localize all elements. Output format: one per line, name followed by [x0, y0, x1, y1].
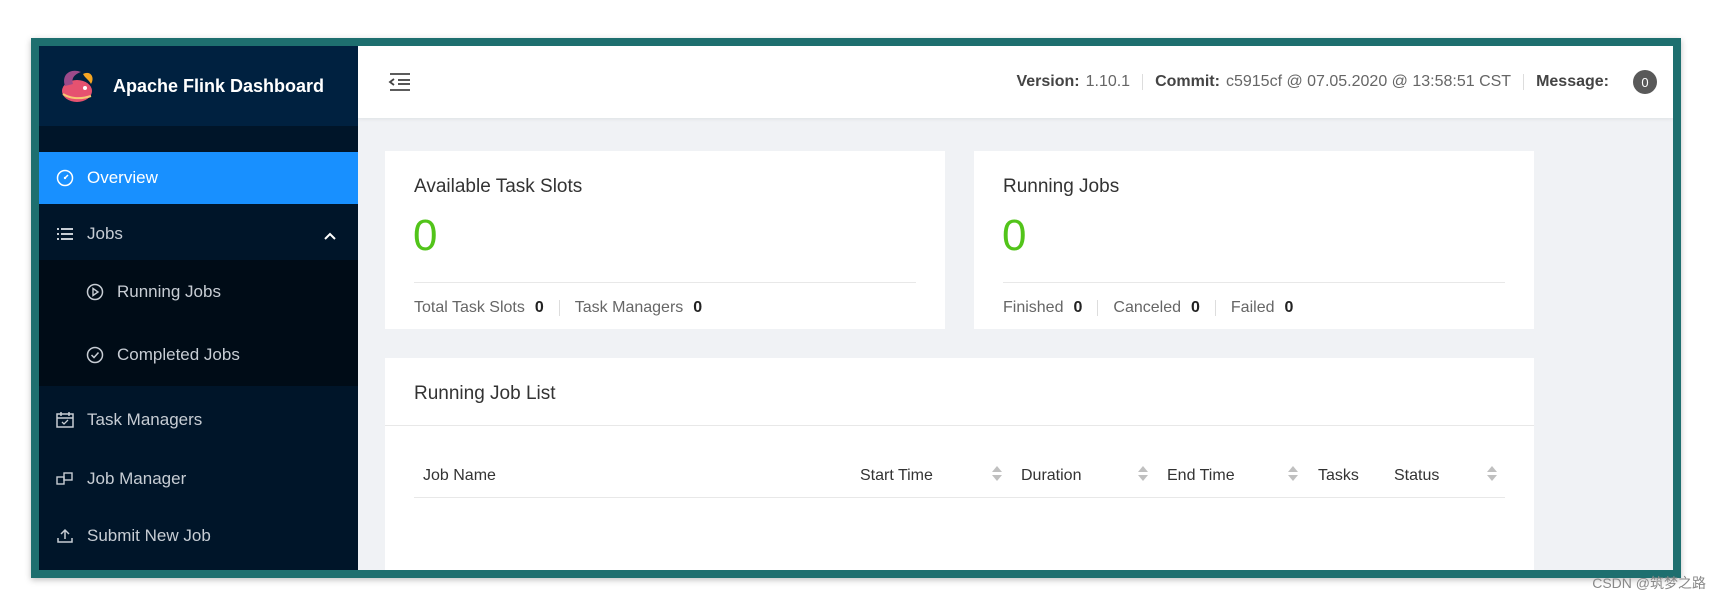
- sidebar-item-job-manager[interactable]: Job Manager: [39, 450, 358, 507]
- stat-value: 0: [1191, 299, 1200, 316]
- sidebar-item-label: Task Managers: [87, 410, 203, 429]
- message-label: Message:: [1536, 73, 1609, 90]
- stat-label: Finished: [1003, 299, 1064, 316]
- jobs-submenu: Running Jobs Completed Jobs: [39, 260, 358, 386]
- sidebar-item-label: Completed Jobs: [117, 344, 240, 364]
- stat-label: Failed: [1230, 299, 1275, 316]
- slots-stats: Total Task Slots 0 Task Managers 0: [414, 299, 702, 317]
- card-title: Running Jobs: [1003, 176, 1120, 197]
- top-header: Version: 1.10.1 Commit: c5915cf @ 07.05.…: [358, 46, 1673, 118]
- watermark: CSDN @筑梦之路: [1592, 575, 1706, 591]
- available-task-slots-card: Available Task Slots 0 Total Task Slots …: [385, 151, 945, 329]
- stat-value: 0: [534, 299, 544, 316]
- sidebar-item-label: Overview: [87, 168, 158, 187]
- sidebar-item-label: Submit New Job: [87, 525, 211, 545]
- check-circle-icon: [85, 345, 105, 365]
- sidebar-item-jobs[interactable]: Jobs: [39, 208, 358, 260]
- sort-icon[interactable]: [992, 465, 1002, 483]
- sidebar-item-label: Running Jobs: [117, 281, 221, 301]
- menu-fold-icon[interactable]: [388, 72, 412, 92]
- commit-label: Commit:: [1155, 73, 1220, 90]
- sidebar: Apache Flink Dashboard Overview Jobs Run…: [39, 46, 358, 570]
- schedule-icon: [55, 410, 75, 430]
- running-jobs-value: 0: [1002, 211, 1027, 260]
- version-value: 1.10.1: [1085, 73, 1131, 90]
- play-circle-icon: [85, 282, 105, 302]
- header-info: Version: 1.10.1 Commit: c5915cf @ 07.05.…: [1016, 46, 1657, 118]
- running-jobs-card: Running Jobs 0 Finished 0 Canceled 0 Fai…: [974, 151, 1534, 329]
- cluster-icon: [55, 469, 75, 489]
- stat-value: 0: [1284, 299, 1294, 316]
- available-slots-value: 0: [413, 211, 438, 260]
- card-title: Running Job List: [414, 383, 556, 404]
- card-title: Available Task Slots: [414, 176, 583, 197]
- stat-label: Canceled: [1113, 299, 1181, 316]
- sidebar-item-label: Jobs: [87, 224, 123, 243]
- stat-value: 0: [693, 299, 703, 316]
- list-icon: [55, 224, 75, 244]
- column-header-start-time[interactable]: Start Time: [860, 467, 933, 485]
- jobs-stats: Finished 0 Canceled 0 Failed 0: [1003, 299, 1293, 317]
- upload-icon: [55, 526, 75, 546]
- message-count-badge[interactable]: 0: [1633, 70, 1657, 94]
- sidebar-item-overview[interactable]: Overview: [39, 152, 358, 204]
- sidebar-menu: Overview Jobs Running Jobs Completed Job…: [39, 152, 358, 564]
- sidebar-item-submit-new-job[interactable]: Submit New Job: [39, 507, 358, 564]
- sort-icon[interactable]: [1487, 465, 1497, 483]
- sidebar-item-task-managers[interactable]: Task Managers: [39, 390, 358, 450]
- sidebar-item-completed-jobs[interactable]: Completed Jobs: [39, 323, 358, 386]
- column-header-duration[interactable]: Duration: [1021, 467, 1081, 485]
- version-label: Version:: [1016, 73, 1080, 90]
- sort-icon[interactable]: [1138, 465, 1148, 483]
- stat-value: 0: [1073, 299, 1083, 316]
- job-table-header: Job Name Start Time Duration End Time Ta…: [414, 457, 1505, 498]
- sort-icon[interactable]: [1288, 465, 1298, 483]
- logo[interactable]: Apache Flink Dashboard: [39, 46, 358, 126]
- commit-value: c5915cf @ 07.05.2020 @ 13:58:51 CST: [1225, 73, 1512, 90]
- app-title: Apache Flink Dashboard: [113, 75, 325, 96]
- column-header-status[interactable]: Status: [1394, 467, 1439, 485]
- flink-squirrel-icon: [62, 70, 93, 102]
- column-header-job-name[interactable]: Job Name: [423, 467, 496, 485]
- dashboard-icon: [55, 168, 75, 188]
- chevron-up-icon[interactable]: [324, 225, 336, 245]
- column-header-end-time[interactable]: End Time: [1167, 467, 1235, 485]
- stat-label: Total Task Slots: [414, 299, 525, 316]
- column-header-tasks[interactable]: Tasks: [1318, 467, 1359, 485]
- stat-label: Task Managers: [574, 299, 684, 316]
- sidebar-item-running-jobs[interactable]: Running Jobs: [39, 260, 358, 323]
- browser-frame: Apache Flink Dashboard Overview Jobs Run…: [31, 38, 1681, 578]
- sidebar-item-label: Job Manager: [87, 468, 187, 488]
- running-job-list-card: Running Job List Job Name Start Time Dur…: [385, 358, 1534, 570]
